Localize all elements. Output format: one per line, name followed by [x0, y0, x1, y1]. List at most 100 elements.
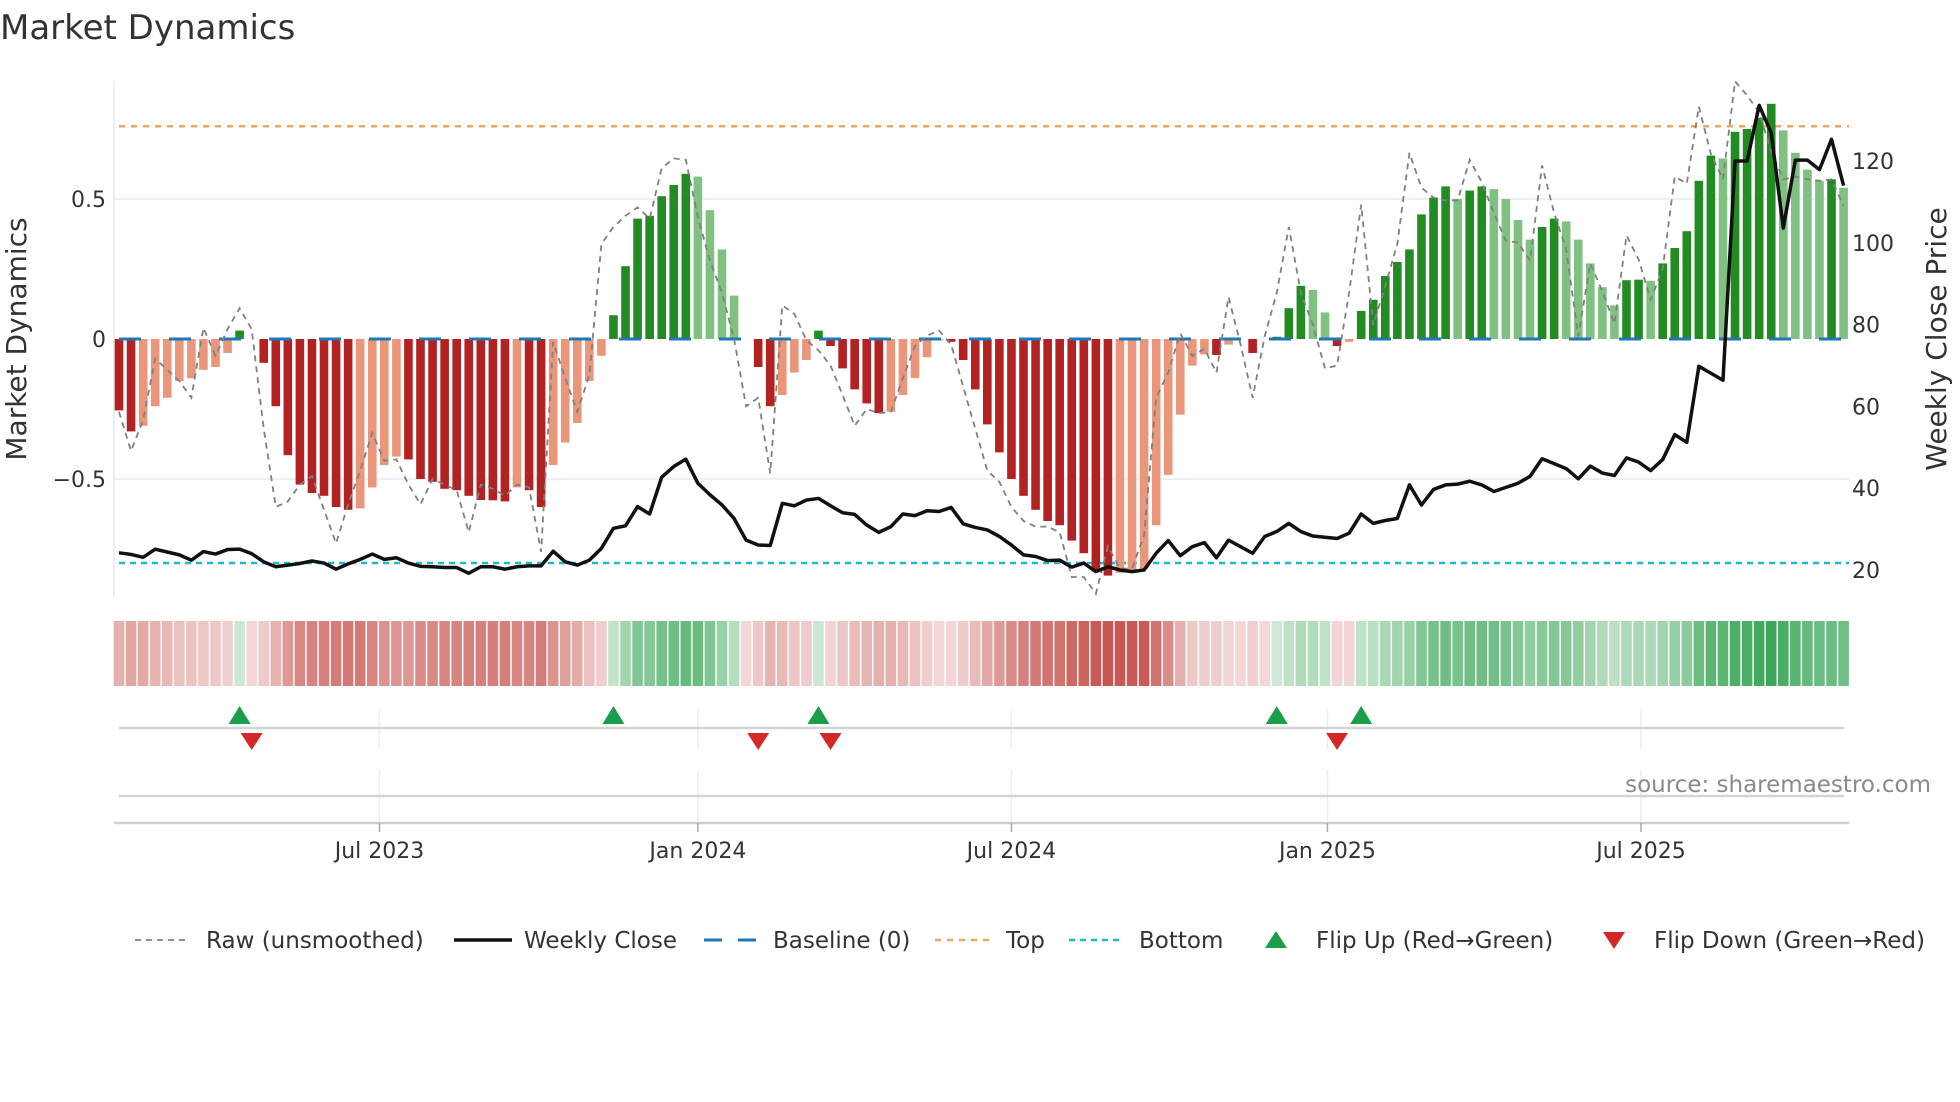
histogram-bar [1658, 263, 1667, 339]
heatmap-cell [1259, 621, 1270, 686]
histogram-bar [1453, 199, 1462, 339]
heatmap-cell [258, 621, 270, 686]
histogram-bar [597, 339, 606, 356]
heatmap-cell [1597, 621, 1608, 686]
heatmap-cell [644, 621, 655, 686]
histogram-bar [705, 210, 715, 339]
heatmap-cell [1416, 621, 1427, 686]
histogram-bar [307, 339, 317, 493]
histogram-bar [476, 339, 486, 500]
heatmap-cell [1392, 621, 1403, 686]
left-tick-label: 0 [92, 328, 106, 353]
histogram-bar [1405, 249, 1414, 339]
legend-flip-up-icon [1265, 931, 1287, 948]
heatmap-cell [704, 621, 716, 686]
histogram-bar [283, 339, 293, 456]
heatmap-cell [487, 621, 499, 686]
heatmap-cell [475, 621, 487, 686]
histogram-bar [211, 339, 220, 367]
heatmap-cell [873, 621, 885, 686]
heatmap-cell [1464, 621, 1476, 686]
histogram-bar [259, 339, 269, 363]
heatmap-cell [1271, 621, 1283, 686]
histogram-bar [790, 339, 799, 373]
histogram-bar [319, 339, 329, 496]
heatmap-cell [1199, 621, 1210, 686]
heatmap-cell [861, 621, 873, 686]
histogram-bar [1175, 339, 1185, 415]
heatmap-cell [1476, 621, 1488, 686]
flip-up-marker [602, 706, 625, 724]
histogram-bar [1151, 339, 1161, 526]
heatmap-cell [1355, 621, 1367, 686]
histogram-bar [1778, 130, 1788, 339]
histogram-bar [331, 339, 341, 507]
heatmap-cell [740, 621, 752, 686]
heatmap-cell [789, 621, 800, 686]
flip-up-marker [1350, 706, 1373, 724]
heatmap-cell [777, 621, 788, 686]
histogram-bar [536, 339, 546, 507]
legend-label-baseline: Baseline (0) [773, 928, 910, 954]
heatmap-cell [897, 621, 909, 686]
histogram-bar [693, 176, 703, 339]
heatmap-cell [161, 621, 173, 686]
heatmap-cell [1174, 621, 1186, 686]
histogram-bar [416, 339, 425, 479]
histogram-bar [778, 339, 787, 395]
histogram-bar [765, 339, 775, 407]
left-axis-ticks: 0.5 0 −0.5 [53, 188, 106, 493]
heatmap-cell [668, 621, 680, 686]
histogram-bar [1441, 186, 1450, 339]
histogram-bar [464, 339, 474, 496]
histogram-bar [1827, 179, 1836, 339]
heatmap-cell [1307, 621, 1319, 686]
histogram-bar [524, 339, 534, 491]
histogram-bar [1103, 339, 1113, 576]
flip-down-marker [240, 733, 263, 750]
histogram-bar [548, 339, 558, 465]
heatmap-cell [354, 621, 366, 686]
heatmap-cell [764, 621, 776, 686]
histogram-bar [1489, 189, 1499, 339]
heatmap-cell [1006, 621, 1017, 686]
histogram-bar [1549, 218, 1559, 339]
heatmap-cell [198, 621, 209, 686]
histogram-bar [1007, 339, 1016, 479]
histogram-bar [187, 339, 196, 379]
histogram-bar [512, 339, 522, 488]
histogram-bars [114, 103, 1849, 576]
heatmap-cell [1054, 621, 1065, 686]
legend: Raw (unsmoothed) Weekly Close Baseline (0)… [135, 928, 1925, 954]
histogram-bar [958, 339, 968, 360]
histogram-bar [1055, 339, 1064, 526]
heatmap-cell [1753, 621, 1765, 686]
heatmap-cell [728, 621, 740, 686]
heatmap-cell [1814, 621, 1825, 686]
histogram-bar [1610, 305, 1619, 339]
histogram-bar [1320, 312, 1330, 339]
heatmap-cell [608, 621, 619, 686]
right-axis-label: Weekly Close Price [1920, 207, 1953, 470]
heatmap-cell [885, 621, 897, 686]
histogram-bar [404, 339, 413, 460]
legend-flip-down-icon [1603, 932, 1625, 949]
histogram-bar [1501, 199, 1511, 339]
histogram-bar [657, 196, 666, 339]
heatmap-cell [1777, 621, 1789, 686]
heatmap-cell [945, 621, 957, 686]
heatmap-cell [1428, 621, 1439, 686]
legend-label-flip-up: Flip Up (Red→Green) [1316, 928, 1553, 954]
heatmap-cell [1380, 621, 1391, 686]
heatmap-cell [342, 621, 354, 686]
histogram-bar [1513, 220, 1523, 339]
histogram-bar [452, 339, 461, 491]
histogram-bar [138, 339, 148, 426]
heatmap-cell [680, 621, 692, 686]
right-tick-label: 60 [1852, 395, 1880, 420]
heatmap-cell [1669, 621, 1681, 686]
histogram-bar [850, 339, 859, 390]
histogram-bar [1839, 187, 1848, 339]
heatmap-cell [1042, 621, 1053, 686]
heatmap-cell [294, 621, 306, 686]
